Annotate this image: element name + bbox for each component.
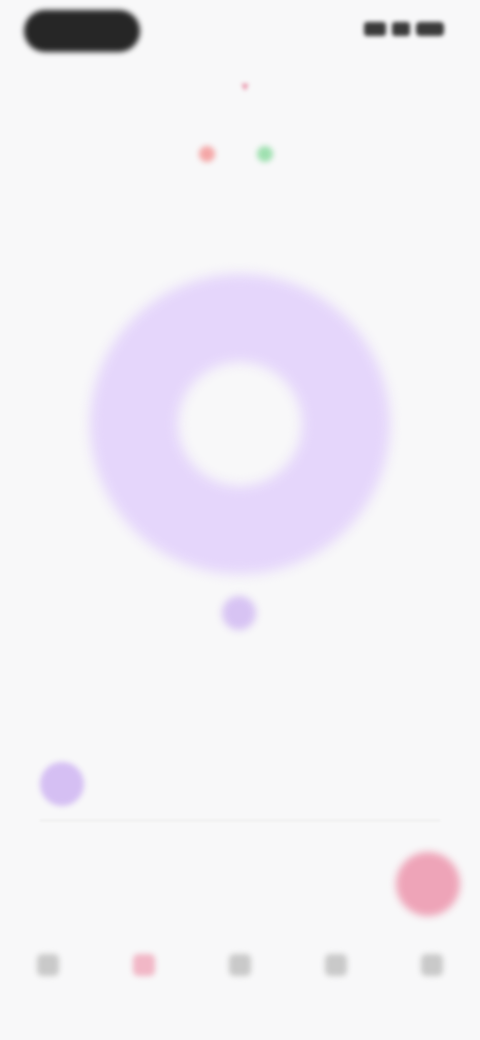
donut-chart-svg	[90, 274, 390, 574]
tab-expense[interactable]	[199, 146, 223, 162]
signal-icon	[364, 22, 386, 36]
nav-item-settings[interactable]	[392, 940, 472, 984]
month-selector[interactable]: ▾	[0, 70, 480, 102]
nav-item-home[interactable]	[8, 940, 88, 984]
status-bar	[0, 0, 480, 64]
expense-dot-icon	[199, 146, 215, 162]
donut-chart	[80, 264, 400, 584]
list-item[interactable]	[40, 758, 440, 810]
add-record-button[interactable]	[396, 852, 460, 916]
nav-item-chart[interactable]	[104, 940, 184, 984]
wallet-icon	[229, 954, 251, 976]
status-icons	[364, 22, 444, 36]
chart-pointer	[222, 596, 256, 630]
pie-slice	[90, 274, 390, 574]
battery-icon	[416, 22, 444, 36]
status-pill	[24, 10, 140, 52]
category-icon	[40, 762, 84, 806]
income-dot-icon	[257, 146, 273, 162]
wifi-icon	[392, 22, 410, 36]
type-tabs	[0, 136, 480, 172]
tab-income[interactable]	[257, 146, 281, 162]
settings-icon	[421, 954, 443, 976]
bottom-nav	[0, 940, 480, 1040]
calendar-icon	[325, 954, 347, 976]
divider	[40, 820, 440, 821]
chevron-down-icon[interactable]: ▾	[241, 78, 248, 95]
chart-icon	[133, 954, 155, 976]
nav-item-calendar[interactable]	[296, 940, 376, 984]
home-icon	[37, 954, 59, 976]
summary	[36, 660, 236, 668]
nav-item-wallet[interactable]	[200, 940, 280, 984]
